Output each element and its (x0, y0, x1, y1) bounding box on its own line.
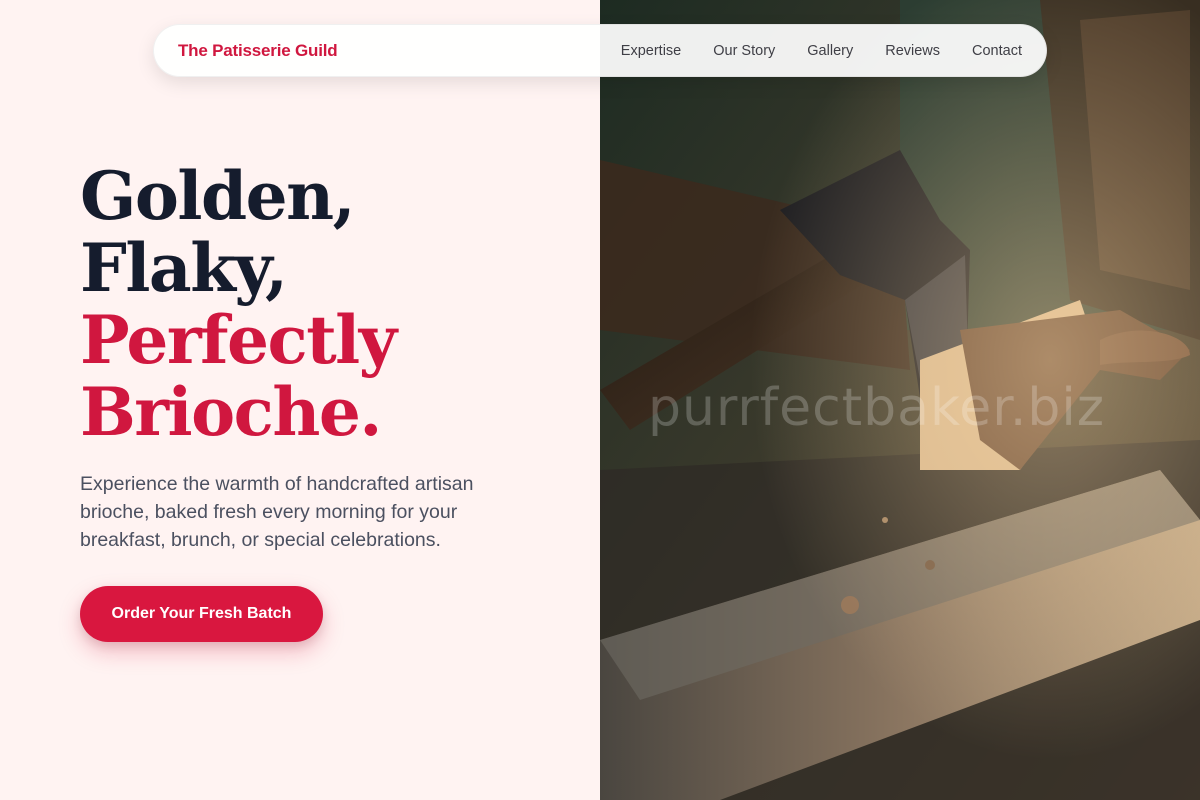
nav-link-our-story[interactable]: Our Story (713, 43, 775, 59)
nav-links: Expertise Our Story Gallery Reviews Cont… (621, 43, 1022, 59)
nav-link-contact[interactable]: Contact (972, 43, 1022, 59)
top-navbar: The Patisserie Guild Expertise Our Story… (153, 24, 1047, 77)
order-fresh-batch-button[interactable]: Order Your Fresh Batch (80, 586, 323, 642)
hero-title-line-4: Brioche. (80, 373, 382, 451)
hero-title-line-2: Flaky, (80, 229, 288, 307)
brand-logo-link[interactable]: The Patisserie Guild (178, 41, 338, 61)
hero-title-line-1: Golden, (80, 157, 356, 235)
hero-image: purrfectbaker.biz (600, 0, 1200, 800)
nav-link-gallery[interactable]: Gallery (807, 43, 853, 59)
nav-link-reviews[interactable]: Reviews (885, 43, 940, 59)
hero-subtitle: Experience the warmth of handcrafted art… (80, 473, 474, 551)
hero-title-line-3: Perfectly (80, 301, 397, 379)
image-watermark: purrfectbaker.biz (648, 378, 1106, 438)
hero-title: Golden, Flaky, Perfectly Brioche. (80, 157, 397, 451)
nav-link-expertise[interactable]: Expertise (621, 43, 681, 59)
hero-left-pane: Golden, Flaky, Perfectly Brioche. Experi… (0, 0, 600, 800)
